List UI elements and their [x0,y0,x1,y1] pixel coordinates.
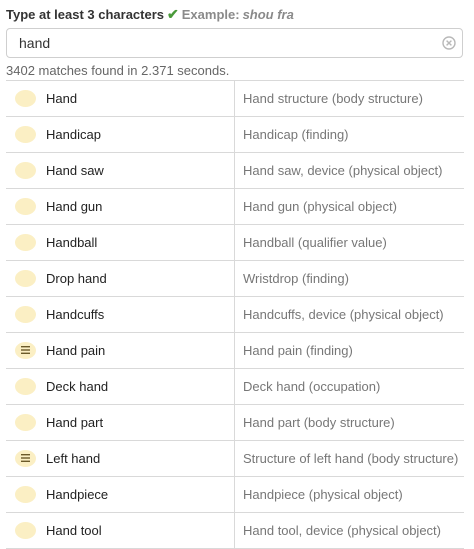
result-term: Hand pain [46,343,106,358]
result-term-cell: Hand gun [6,189,235,224]
result-row[interactable]: Handpiece Handpiece (physical object) [6,477,464,513]
badge-icon [15,306,36,323]
badge-icon [15,90,36,107]
result-description: Deck hand (occupation) [243,379,381,394]
result-description: Hand structure (body structure) [243,91,423,106]
badge-icon [15,270,36,287]
result-description: Hand pain (finding) [243,343,353,358]
results-list: Hand Hand structure (body structure) Handi… [6,80,464,549]
result-description: Handicap (finding) [243,127,349,142]
result-term-cell: Drop hand [6,261,235,296]
result-term-cell: Hand pain [6,333,235,368]
example-label: Example: [181,7,240,22]
badge-icon [15,522,36,539]
result-description: Hand part (body structure) [243,415,395,430]
badge-icon [15,414,36,431]
result-row[interactable]: Hand pain Hand pain (finding) [6,333,464,369]
result-term-cell: Left hand [6,441,235,476]
result-term: Handcuffs [46,307,105,322]
result-term-cell: Hand [6,81,235,116]
result-row[interactable]: Handcuffs Handcuffs, device (physical obj… [6,297,464,333]
result-row[interactable]: Hand gun Hand gun (physical object) [6,189,464,225]
search-box [6,28,463,58]
result-description: Hand tool, device (physical object) [243,523,441,538]
search-hint: Type at least 3 characters ✔ Example: shou … [6,5,294,24]
result-term: Hand [46,91,78,106]
result-term-cell: Handball [6,225,235,260]
search-input[interactable] [7,29,437,57]
result-row[interactable]: Deck hand Deck hand (occupation) [6,369,464,405]
result-term: Hand tool [46,523,102,538]
result-term-cell: Handcuffs [6,297,235,332]
menu-lines-icon [15,450,36,467]
badge-icon [15,234,36,251]
result-term-cell: Hand saw [6,153,235,188]
result-term: Drop hand [46,271,107,286]
menu-lines-icon [15,342,36,359]
search-widget: Type at least 3 characters ✔ Example: shou … [0,0,474,549]
clear-search-icon[interactable] [442,36,456,50]
result-description: Hand gun (physical object) [243,199,397,214]
result-row[interactable]: Left hand Structure of left hand (body st… [6,441,464,477]
hint-label: Type at least 3 characters [6,7,165,22]
result-term: Handball [46,235,98,250]
match-count: 3402 matches found in 2.371 seconds. [6,63,230,78]
result-description: Handpiece (physical object) [243,487,403,502]
result-term: Deck hand [46,379,109,394]
result-term: Hand saw [46,163,104,178]
result-term-cell: Hand part [6,405,235,440]
result-row[interactable]: Hand Hand structure (body structure) [6,81,464,117]
result-description: Wristdrop (finding) [243,271,349,286]
result-row[interactable]: Hand saw Hand saw, device (physical objec… [6,153,464,189]
result-term-cell: Hand tool [6,513,235,548]
badge-icon [15,162,36,179]
badge-icon [15,126,36,143]
result-term-cell: Handicap [6,117,235,152]
result-description: Handcuffs, device (physical object) [243,307,444,322]
result-term: Handpiece [46,487,109,502]
check-icon: ✔ [167,6,179,22]
result-term: Left hand [46,451,101,466]
result-term-cell: Handpiece [6,477,235,512]
result-row[interactable]: Handicap Handicap (finding) [6,117,464,153]
result-term-cell: Deck hand [6,369,235,404]
result-row[interactable]: Drop hand Wristdrop (finding) [6,261,464,297]
result-row[interactable]: Handball Handball (qualifier value) [6,225,464,261]
result-description: Hand saw, device (physical object) [243,163,443,178]
badge-icon [15,198,36,215]
result-term: Handicap [46,127,101,142]
result-term: Hand part [46,415,104,430]
result-term: Hand gun [46,199,103,214]
result-description: Structure of left hand (body structure) [243,451,459,466]
result-row[interactable]: Hand part Hand part (body structure) [6,405,464,441]
example-text: shou fra [242,7,294,22]
badge-icon [15,486,36,503]
badge-icon [15,378,36,395]
result-description: Handball (qualifier value) [243,235,387,250]
